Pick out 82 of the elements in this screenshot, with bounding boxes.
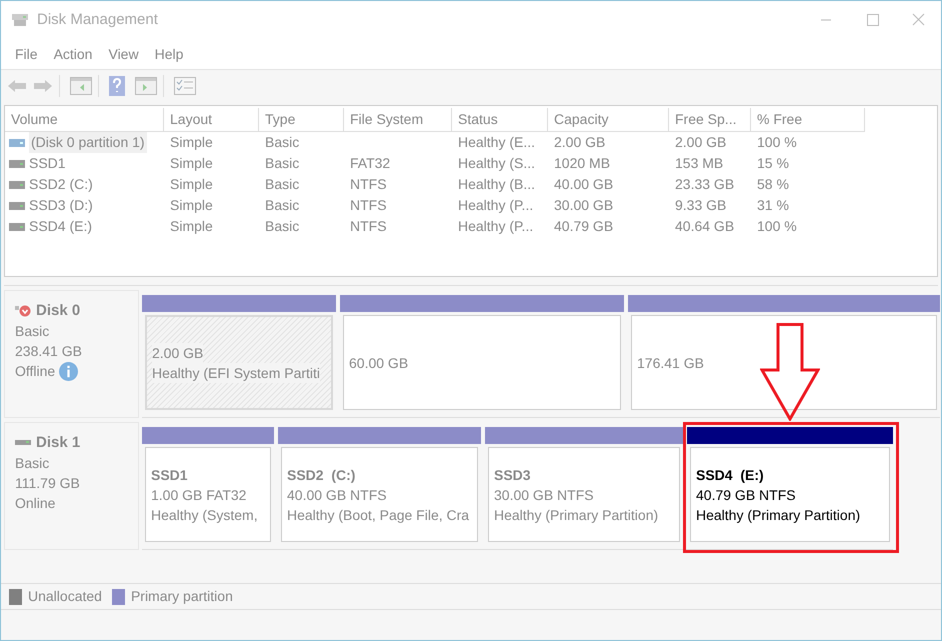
table-cell-text: 153 MB bbox=[675, 154, 724, 173]
drive-icon bbox=[9, 160, 25, 168]
partition-box[interactable]: SSD3 30.00 GB NTFS Healthy (Primary Partition) bbox=[488, 447, 680, 542]
table-cell-text: 100 % bbox=[757, 217, 797, 236]
info-icon[interactable] bbox=[59, 362, 78, 380]
partition-box[interactable]: SSD1 1.00 GB FAT32 Healthy (System, bbox=[145, 447, 271, 542]
table-cell-text: Basic bbox=[265, 217, 300, 236]
help-icon[interactable] bbox=[109, 76, 125, 96]
menu-item[interactable]: View bbox=[100, 44, 147, 64]
table-cell-text: Healthy (S... bbox=[458, 154, 536, 173]
partition-box[interactable]: 176.41 GB bbox=[631, 315, 937, 410]
column-header[interactable]: Volume bbox=[5, 108, 164, 132]
drive-icon bbox=[9, 138, 25, 146]
table-cell-text: 2.00 GB bbox=[554, 133, 606, 152]
legend-label: Primary partition bbox=[130, 587, 233, 606]
disk-name[interactable]: Disk 0 bbox=[36, 301, 80, 321]
menu-item[interactable]: Help bbox=[146, 44, 192, 64]
panel-icon[interactable] bbox=[70, 76, 92, 94]
table-cell-text: 15 % bbox=[757, 154, 789, 173]
table-cell-text: 40.79 GB bbox=[554, 217, 614, 236]
app-icon bbox=[11, 13, 29, 27]
table-cell-text: Simple bbox=[170, 154, 213, 173]
menu-item[interactable]: Action bbox=[46, 44, 100, 64]
table-cell-text: 100 % bbox=[757, 133, 797, 152]
table-cell-text: Simple bbox=[170, 196, 213, 215]
column-header[interactable]: Type bbox=[259, 108, 344, 132]
table-cell-text: NTFS bbox=[350, 175, 387, 194]
disk-detail: Basic bbox=[15, 322, 50, 341]
disk-status: Offline bbox=[15, 362, 56, 381]
table-cell-text: Simple bbox=[170, 175, 213, 194]
partition-box[interactable]: 2.00 GB Healthy (EFI System Partiti bbox=[145, 315, 333, 410]
table-cell-text: Basic bbox=[265, 175, 300, 194]
disk-detail: 238.41 GB bbox=[15, 342, 82, 361]
table-cell-text: Simple bbox=[170, 217, 213, 236]
table-cell-text: 58 % bbox=[757, 175, 789, 194]
disk-detail: Basic bbox=[15, 454, 50, 473]
table-cell-text: Healthy (P... bbox=[458, 217, 534, 236]
table-cell[interactable]: SSD1 bbox=[29, 153, 66, 174]
table-cell-text: NTFS bbox=[350, 217, 387, 236]
table-cell[interactable]: (Disk 0 partition 1) bbox=[29, 132, 147, 153]
table-cell-text: Healthy (E... bbox=[458, 133, 536, 152]
partition-box[interactable]: SSD2 (C:) 40.00 GB NTFS Healthy (Boot, Page File, Cra bbox=[281, 447, 478, 542]
back-icon[interactable] bbox=[7, 78, 27, 94]
panel-icon[interactable] bbox=[135, 76, 157, 94]
table-cell-text: NTFS bbox=[350, 196, 387, 215]
table-cell-text: Basic bbox=[265, 196, 300, 215]
disk-status: Online bbox=[15, 494, 56, 513]
partition-box[interactable]: 60.00 GB bbox=[343, 315, 621, 410]
table-cell-text: Simple bbox=[170, 133, 213, 152]
table-cell-text: 2.00 GB bbox=[675, 133, 726, 152]
table-cell-text: 40.64 GB bbox=[675, 217, 734, 236]
column-header[interactable]: Status bbox=[452, 108, 548, 132]
table-cell-text: Basic bbox=[265, 133, 300, 152]
table-cell-text: 40.00 GB bbox=[554, 175, 614, 194]
table-cell[interactable]: SSD2 (C:) bbox=[29, 174, 93, 195]
table-cell-text: Basic bbox=[265, 154, 300, 173]
drive-icon bbox=[9, 222, 25, 230]
disk-name[interactable]: Disk 1 bbox=[36, 433, 80, 453]
table-cell-text: 23.33 GB bbox=[675, 175, 734, 194]
disk-detail: 111.79 GB bbox=[15, 474, 80, 493]
column-header[interactable]: Free Sp... bbox=[669, 108, 751, 132]
column-header[interactable]: Capacity bbox=[548, 108, 669, 132]
menu-item[interactable]: File bbox=[7, 44, 46, 64]
partition-box[interactable]: SSD4 (E:) 40.79 GB NTFS Healthy (Primary Partition) bbox=[690, 447, 890, 542]
table-cell-text: 9.33 GB bbox=[675, 196, 726, 215]
table-cell-text: FAT32 bbox=[350, 154, 390, 173]
legend-label: Unallocated bbox=[28, 587, 102, 606]
drive-icon bbox=[9, 180, 25, 188]
forward-icon[interactable] bbox=[33, 78, 53, 94]
table-cell[interactable]: SSD4 (E:) bbox=[29, 216, 92, 237]
table-cell-text: Healthy (P... bbox=[458, 196, 534, 215]
table-cell-text: Healthy (B... bbox=[458, 175, 536, 194]
window-title: Disk Management bbox=[37, 10, 158, 30]
column-header[interactable]: File System bbox=[344, 108, 452, 132]
table-cell-text: 31 % bbox=[757, 196, 789, 215]
drive-icon bbox=[9, 202, 25, 210]
table-cell[interactable]: SSD3 (D:) bbox=[29, 195, 93, 216]
table-cell-text: 1020 MB bbox=[554, 154, 610, 173]
column-header[interactable]: Layout bbox=[164, 108, 259, 132]
column-header[interactable]: % Free bbox=[751, 108, 865, 132]
checklist-icon[interactable] bbox=[174, 76, 196, 94]
table-cell-text: 30.00 GB bbox=[554, 196, 614, 215]
